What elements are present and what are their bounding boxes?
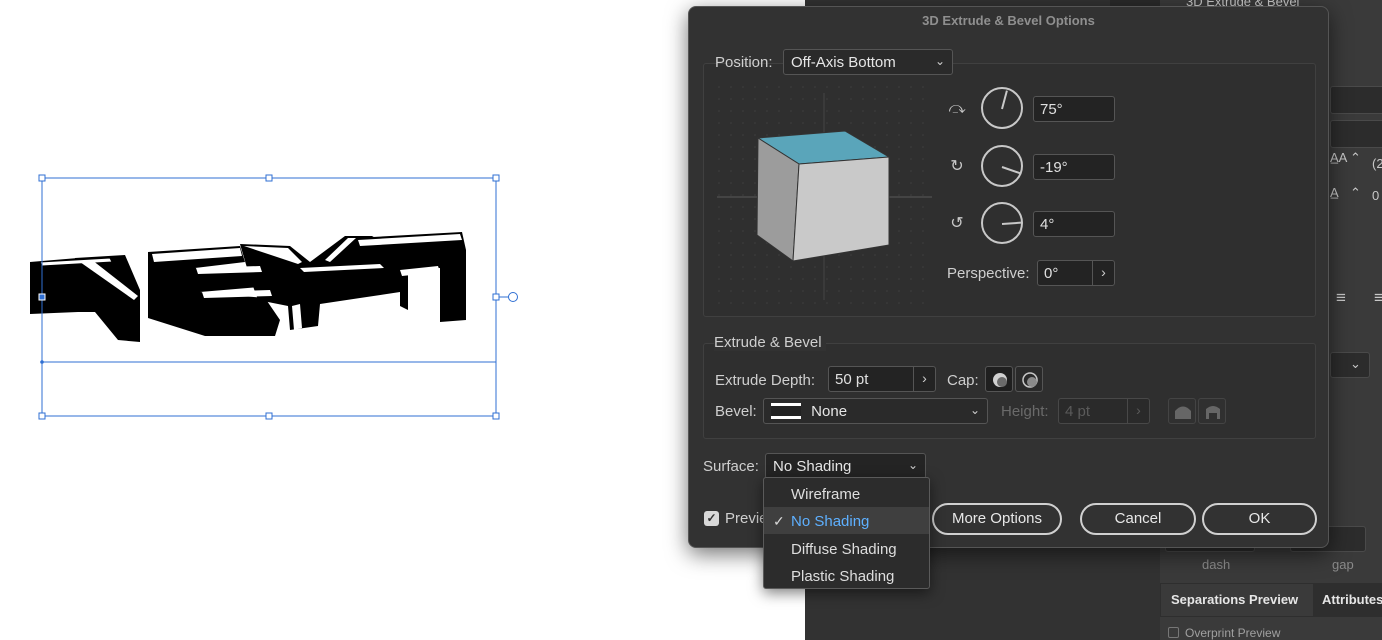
menu-item-label: Wireframe <box>791 486 861 503</box>
y-rotation-field[interactable]: -19° <box>1033 154 1115 180</box>
bevel-label: Bevel: <box>715 403 757 420</box>
scale-value-partial: (2 <box>1372 156 1382 171</box>
chevron-down-icon: ⌄ <box>934 54 945 68</box>
cap-on-button[interactable] <box>985 366 1013 392</box>
perspective-value: 0° <box>1044 265 1059 282</box>
extrude-bevel-dialog: 3D Extrude & Bevel Options Position: Off… <box>688 6 1329 548</box>
surface-label: Surface: <box>703 458 759 475</box>
cap-on-icon <box>993 373 1007 387</box>
cap-off-button[interactable] <box>1015 366 1043 392</box>
z-axis-rotate-icon: ↺ <box>950 215 964 232</box>
z-rotation-dial[interactable] <box>981 202 1023 244</box>
dialog-title[interactable]: 3D Extrude & Bevel Options <box>689 7 1328 37</box>
char-scale-icon: A̲A <box>1330 150 1348 165</box>
bevel-none-swatch-icon <box>771 403 801 419</box>
dash-label: dash <box>1202 557 1231 572</box>
extrude-depth-field[interactable]: 50 pt › <box>828 366 936 392</box>
x-rotation-field[interactable]: 75° <box>1033 96 1115 122</box>
dropdown-chevron-icon[interactable]: ⌄ <box>1350 356 1361 372</box>
y-rotation-dial[interactable] <box>981 145 1023 187</box>
menu-item-no-shading[interactable]: ✓ No Shading <box>764 507 929 534</box>
handle-middle-left <box>38 293 46 301</box>
preview-checkbox[interactable]: ✓ <box>704 511 719 526</box>
gap-label: gap <box>1332 557 1354 572</box>
extrude-depth-value: 50 pt <box>835 371 869 388</box>
handle-middle-right <box>492 293 500 301</box>
position-dropdown[interactable]: Off-Axis Bottom ⌄ <box>783 49 953 75</box>
align-left-icon[interactable]: ≡ <box>1336 288 1346 308</box>
surface-value: No Shading <box>773 458 852 475</box>
z-rotation-field[interactable]: 4° <box>1033 211 1115 237</box>
overprint-checkbox[interactable] <box>1168 627 1179 638</box>
handle-bottom-left <box>38 412 46 420</box>
handle-top-right <box>492 174 500 182</box>
menu-item-label: No Shading <box>791 513 870 530</box>
surface-menu: Wireframe ✓ No Shading Diffuse Shading Pl… <box>763 477 930 589</box>
letter-t1-side <box>30 258 78 314</box>
perspective-label: Perspective: <box>947 265 1030 282</box>
handle-bottom-middle <box>265 412 273 420</box>
checkmark-icon: ✓ <box>773 513 785 529</box>
cap-label: Cap: <box>947 372 979 389</box>
height-arrow-button[interactable]: › <box>1127 398 1149 424</box>
bevel-dropdown[interactable]: None ⌄ <box>763 398 988 424</box>
bevel-in-button[interactable] <box>1198 398 1226 424</box>
chevron-down-icon: ⌄ <box>969 403 980 417</box>
surface-dropdown[interactable]: No Shading ⌄ <box>765 453 926 479</box>
bevel-value: None <box>811 403 848 420</box>
perspective-arrow-button[interactable]: › <box>1092 260 1114 286</box>
x-rotation-dial[interactable] <box>981 87 1023 129</box>
overprint-preview-option[interactable]: Overprint Preview <box>1168 626 1280 640</box>
x-axis-rotate-icon: ⤼ <box>948 100 966 117</box>
baseline-icon: A̲ <box>1330 185 1339 200</box>
perspective-field[interactable]: 0° › <box>1037 260 1115 286</box>
menu-item-diffuse-shading[interactable]: Diffuse Shading <box>764 535 929 562</box>
menu-item-wireframe[interactable]: Wireframe <box>764 480 929 507</box>
preview-label: Previe <box>725 510 768 527</box>
baseline-value-partial: 0 <box>1372 188 1380 203</box>
handle-bottom-right <box>492 412 500 420</box>
extrude-section-title: Extrude & Bevel <box>714 334 826 351</box>
rotate-handle <box>508 292 518 302</box>
bevel-in-icon <box>1206 406 1220 419</box>
tab-attributes[interactable]: Attributes <box>1322 592 1382 607</box>
more-options-button[interactable]: More Options <box>932 503 1062 535</box>
position-value: Off-Axis Bottom <box>791 54 896 71</box>
cube-front-face <box>792 156 890 262</box>
menu-item-label: Diffuse Shading <box>791 541 897 558</box>
stepper-icon[interactable]: ⌃ <box>1350 150 1361 166</box>
bevel-out-icon <box>1175 406 1191 419</box>
height-value: 4 pt <box>1065 403 1091 420</box>
ok-button[interactable]: OK <box>1202 503 1317 535</box>
letter-t1-stem <box>75 255 140 342</box>
bevel-out-button[interactable] <box>1168 398 1196 424</box>
align-center-icon[interactable]: ≡ <box>1374 288 1382 308</box>
handle-top-middle <box>265 174 273 182</box>
extrude-depth-arrow-button[interactable]: › <box>913 366 935 392</box>
height-label: Height: <box>1001 403 1049 420</box>
height-field[interactable]: 4 pt › <box>1058 398 1150 424</box>
handle-top-left <box>38 174 46 182</box>
overprint-label: Overprint Preview <box>1185 626 1281 640</box>
y-axis-rotate-icon: ↻ <box>950 158 964 175</box>
cancel-button[interactable]: Cancel <box>1080 503 1196 535</box>
tab-separations-preview[interactable]: Separations Preview <box>1161 584 1313 616</box>
menu-item-plastic-shading[interactable]: Plastic Shading <box>764 562 929 589</box>
menu-item-label: Plastic Shading <box>791 568 895 585</box>
position-label: Position: <box>715 54 773 71</box>
extrusion-shapes <box>30 232 466 342</box>
cap-off-icon <box>1022 372 1038 388</box>
chevron-down-icon: ⌄ <box>907 458 918 472</box>
cube-preview[interactable] <box>717 85 932 305</box>
extruded-text-artwork[interactable] <box>0 0 640 640</box>
stepper-icon-2[interactable]: ⌃ <box>1350 185 1361 201</box>
extrude-depth-label: Extrude Depth: <box>715 372 816 389</box>
